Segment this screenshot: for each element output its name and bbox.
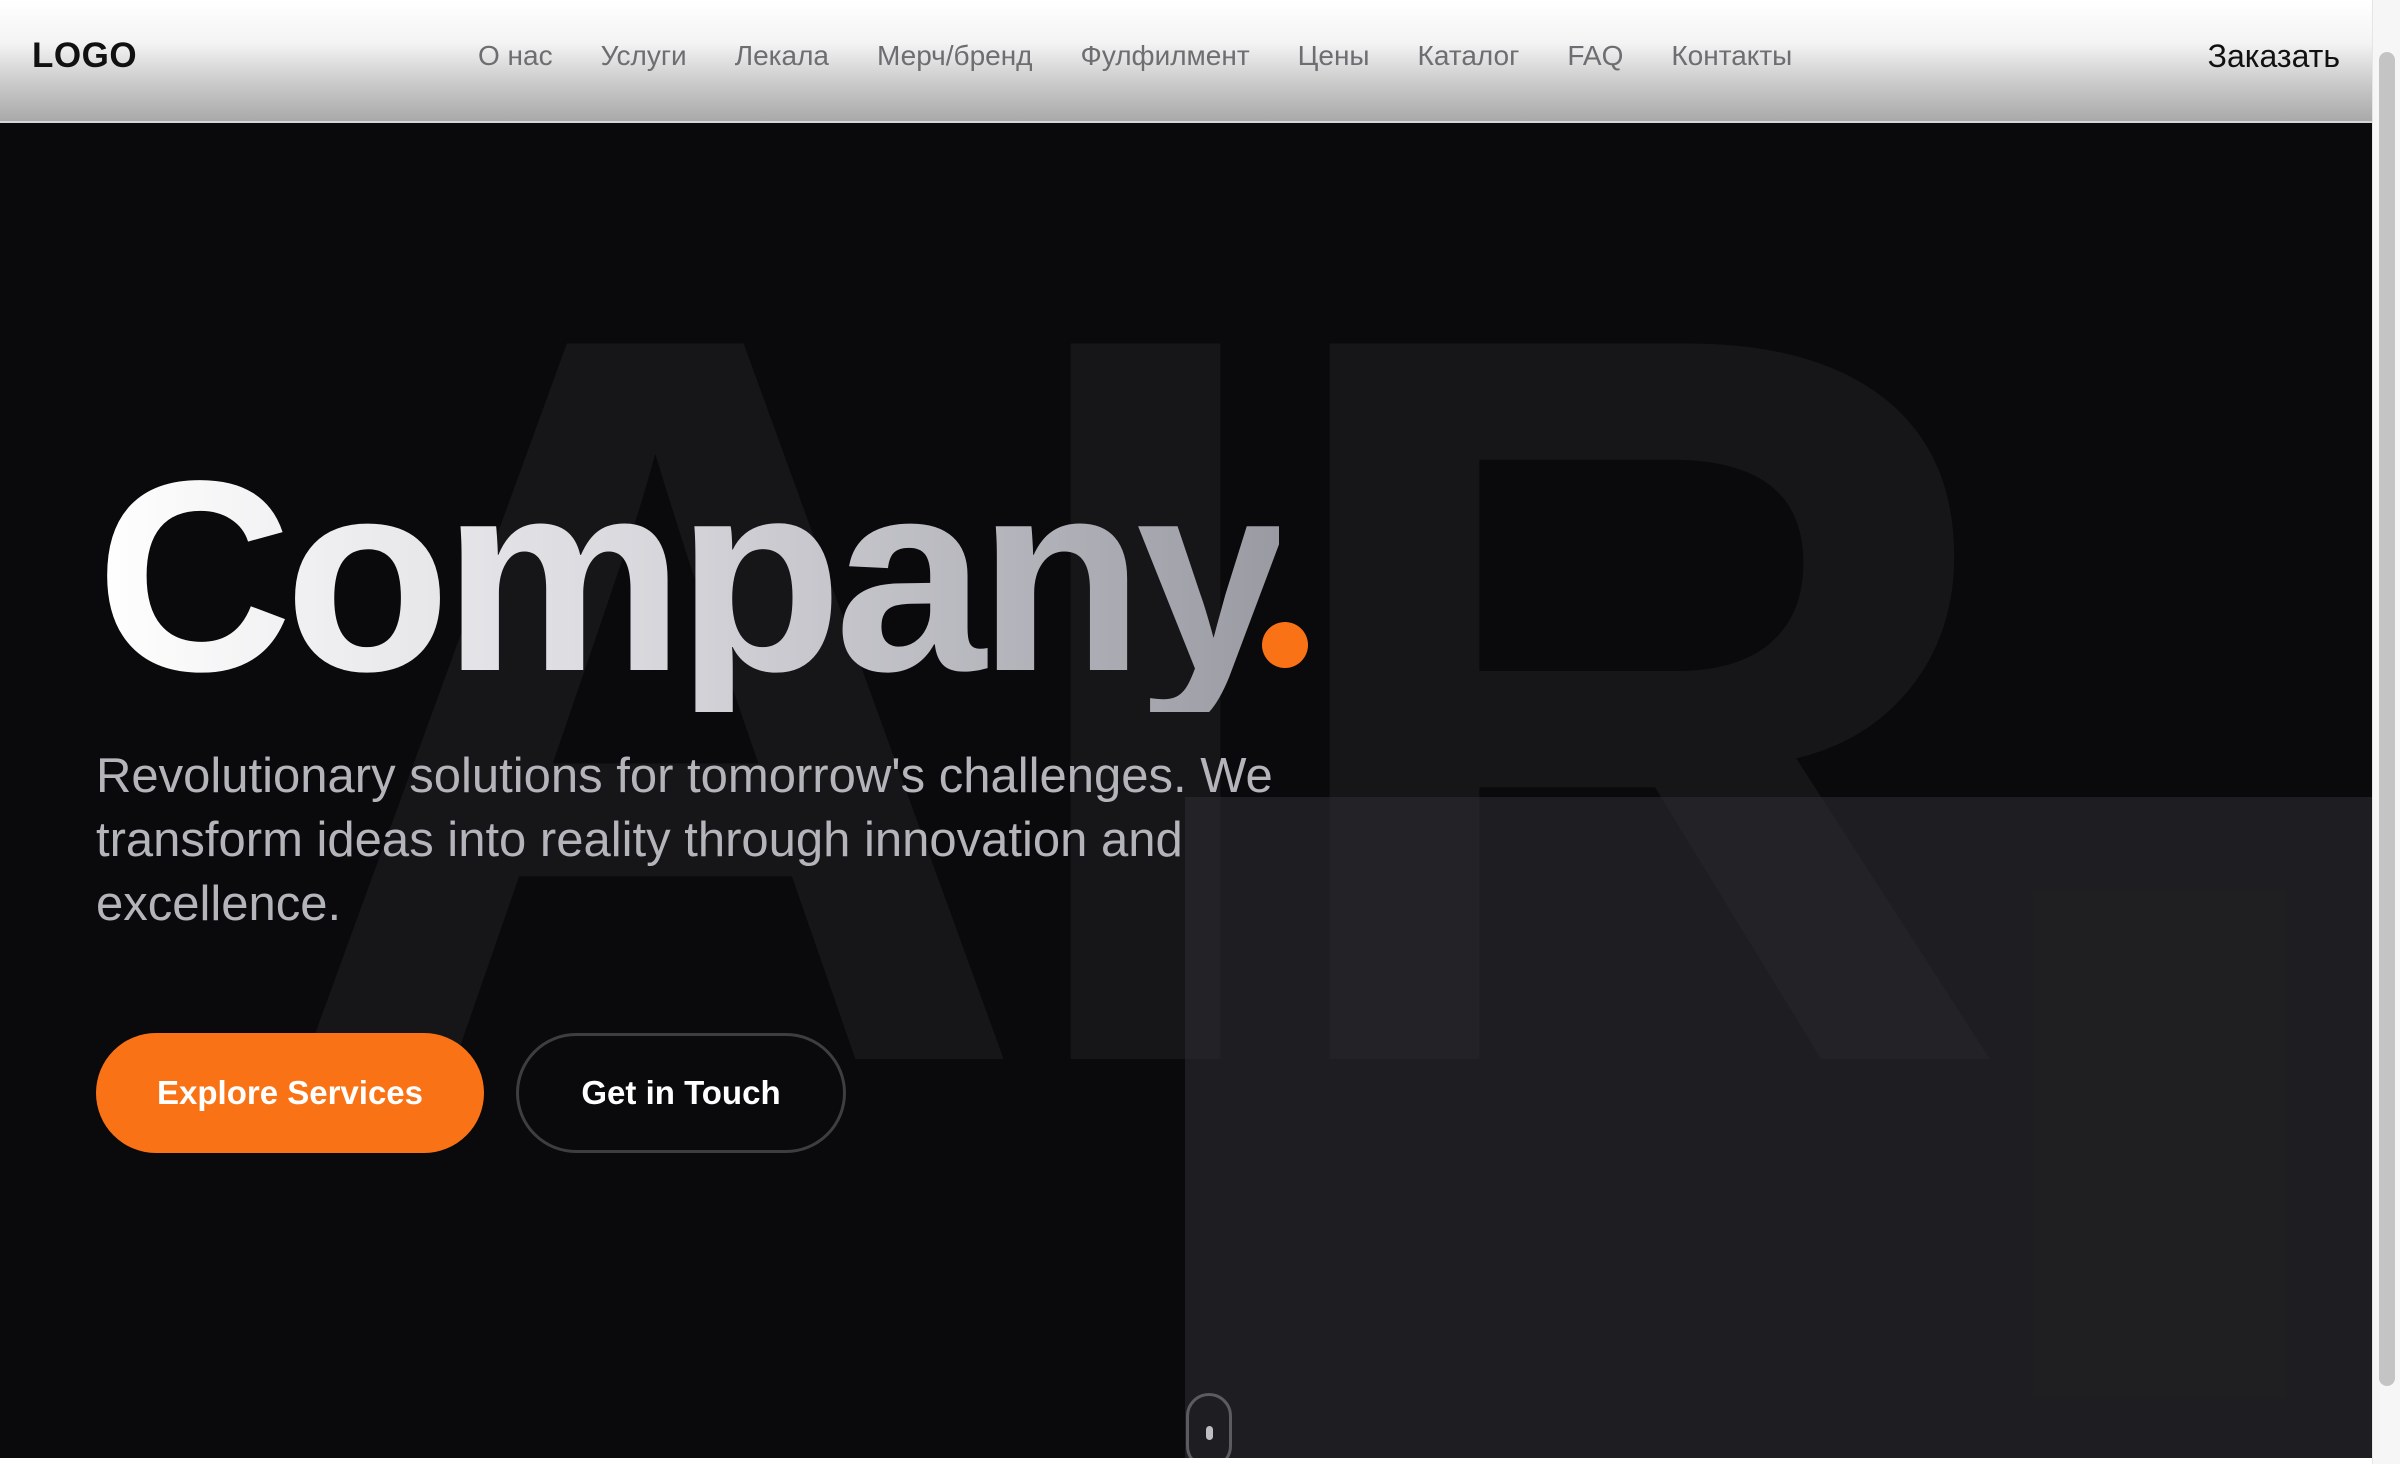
hero-subtitle: Revolutionary solutions for tomorrow's c… [96, 749, 1273, 931]
nav-item-faq[interactable]: FAQ [1567, 40, 1623, 80]
order-link[interactable]: Заказать [2208, 38, 2340, 75]
site-header: LOGO О нас Услуги Лекала Мерч/бренд Фулф… [0, 0, 2372, 123]
title-accent-dot [1262, 622, 1308, 668]
logo[interactable]: LOGO [32, 36, 137, 76]
mouse-scroll-icon[interactable] [1186, 1393, 1232, 1458]
nav-item-services[interactable]: Услуги [601, 40, 687, 80]
nav-item-prices[interactable]: Цены [1298, 40, 1370, 80]
nav-item-fulfillment[interactable]: Фулфилмент [1081, 40, 1250, 80]
nav-item-contacts[interactable]: Контакты [1671, 40, 1792, 80]
page-viewport: LOGO О нас Услуги Лекала Мерч/бренд Фулф… [0, 0, 2372, 1458]
window-scrollbar[interactable] [2372, 0, 2400, 1464]
main-nav: О нас Услуги Лекала Мерч/бренд Фулфилмен… [478, 40, 1792, 80]
nav-item-catalog[interactable]: Каталог [1418, 40, 1520, 80]
scrollbar-thumb[interactable] [2379, 52, 2395, 1386]
hero-section: Company Revolutionary solutions for tomo… [0, 0, 2372, 1458]
nav-item-patterns[interactable]: Лекала [735, 40, 829, 80]
hero-title: Company [96, 424, 1287, 728]
explore-services-button[interactable]: Explore Services [96, 1033, 484, 1153]
nav-item-merch-brand[interactable]: Мерч/бренд [877, 40, 1033, 80]
nav-item-about[interactable]: О нас [478, 40, 553, 80]
get-in-touch-button[interactable]: Get in Touch [516, 1033, 846, 1153]
scroll-wheel-dot [1206, 1426, 1213, 1440]
